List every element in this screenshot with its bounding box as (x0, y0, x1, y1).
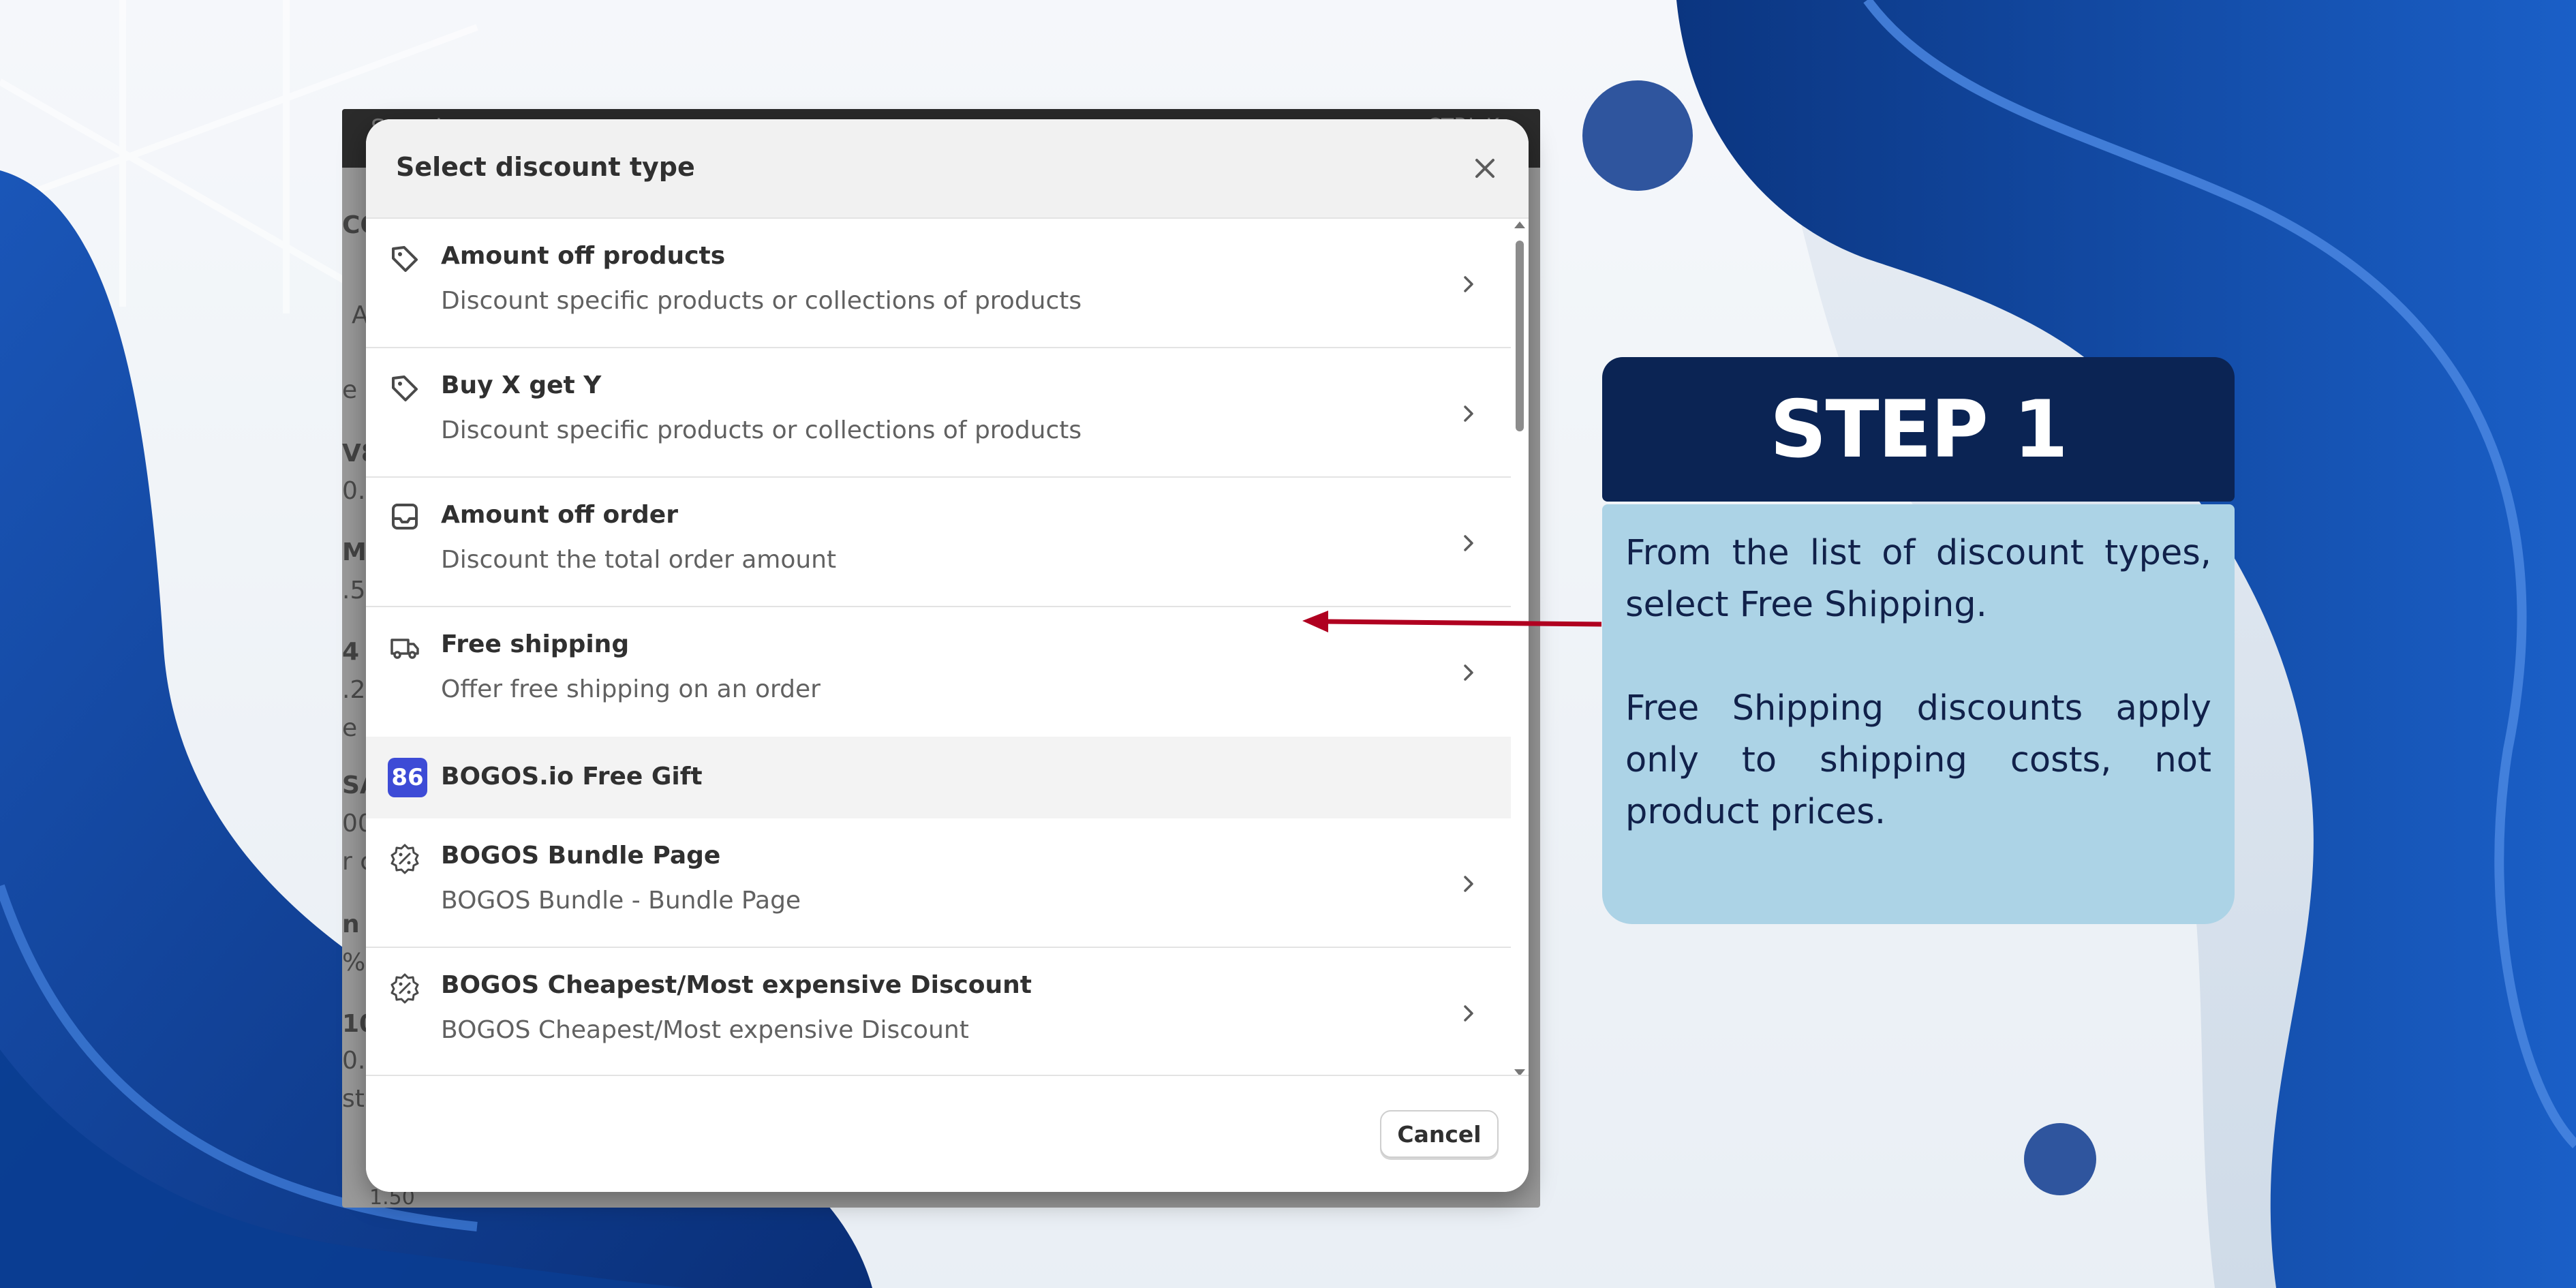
app-section-bogos-free-gift: 86 BOGOS.io Free Gift (366, 737, 1511, 818)
truck-icon (390, 639, 419, 659)
option-description: Offer free shipping on an order (441, 675, 821, 703)
option-description: Discount specific products or collection… (441, 287, 1082, 315)
ghost-text: 4 (342, 638, 360, 666)
decorative-dot-top (1582, 80, 1693, 191)
step-instructions: From the list of discount types, select … (1602, 504, 2235, 924)
chevron-right-icon (1464, 1005, 1473, 1022)
option-title: Free shipping (441, 630, 630, 658)
chevron-right-icon (1464, 276, 1473, 292)
discount-option-amount-off-products[interactable]: Amount off products Discount specific pr… (366, 219, 1511, 348)
step-paragraph-1: From the list of discount types, select … (1625, 533, 2211, 625)
chevron-right-icon (1464, 876, 1473, 892)
option-description: Discount specific products or collection… (441, 416, 1082, 444)
tag-icon (392, 246, 418, 272)
pointer-arrow (1302, 611, 1602, 632)
decorative-dot-bottom (2024, 1123, 2096, 1195)
scroll-thumb[interactable] (1516, 241, 1524, 431)
chevron-right-icon (1464, 664, 1473, 681)
tag-icon (392, 375, 418, 401)
discount-type-list: Amount off products Discount specific pr… (366, 219, 1511, 1075)
step-header: STEP 1 (1602, 357, 2235, 502)
close-icon[interactable] (1467, 151, 1503, 186)
step-paragraph-2: Free Shipping discounts apply only to sh… (1625, 688, 2211, 832)
discount-badge-icon (390, 973, 419, 1004)
option-title: BOGOS Cheapest/Most expensive Discount (441, 971, 1032, 999)
option-description: Discount the total order amount (441, 546, 837, 574)
ghost-text: % (342, 949, 366, 977)
cancel-button[interactable]: Cancel (1380, 1110, 1499, 1158)
discount-option-bogos-cheapest-most-expensive[interactable]: BOGOS Cheapest/Most expensive Discount B… (366, 948, 1511, 1075)
chevron-right-icon (1464, 535, 1473, 551)
dialog-header: Select discount type (366, 119, 1529, 219)
list-scrollbar[interactable] (1512, 221, 1526, 1076)
discount-option-bogos-bundle-page[interactable]: BOGOS Bundle Page BOGOS Bundle - Bundle … (366, 818, 1511, 948)
dialog-footer: Cancel (366, 1075, 1529, 1192)
option-title: Buy X get Y (441, 371, 602, 399)
chevron-right-icon (1464, 405, 1473, 422)
option-title: BOGOS Bundle Page (441, 842, 721, 870)
option-title: Amount off order (441, 501, 678, 529)
option-description: BOGOS Cheapest/Most expensive Discount (441, 1016, 969, 1044)
ghost-text: 0. (342, 477, 366, 505)
option-description: BOGOS Bundle - Bundle Page (441, 887, 801, 915)
step-title: STEP 1 (1769, 383, 2068, 476)
app-section-title: BOGOS.io Free Gift (441, 763, 703, 791)
inbox-icon (392, 504, 418, 530)
bogos-app-icon: 86 (388, 758, 427, 797)
dialog-title: Select discount type (396, 152, 695, 182)
select-discount-type-dialog: Select discount type Amount off products… (366, 119, 1529, 1192)
ghost-text: e (342, 376, 358, 404)
discount-option-buy-x-get-y[interactable]: Buy X get Y Discount specific products o… (366, 348, 1511, 478)
scroll-up-arrow[interactable] (1514, 221, 1525, 228)
option-title: Amount off products (441, 242, 726, 270)
discount-option-amount-off-order[interactable]: Amount off order Discount the total orde… (366, 478, 1511, 607)
discount-badge-icon (390, 844, 419, 874)
